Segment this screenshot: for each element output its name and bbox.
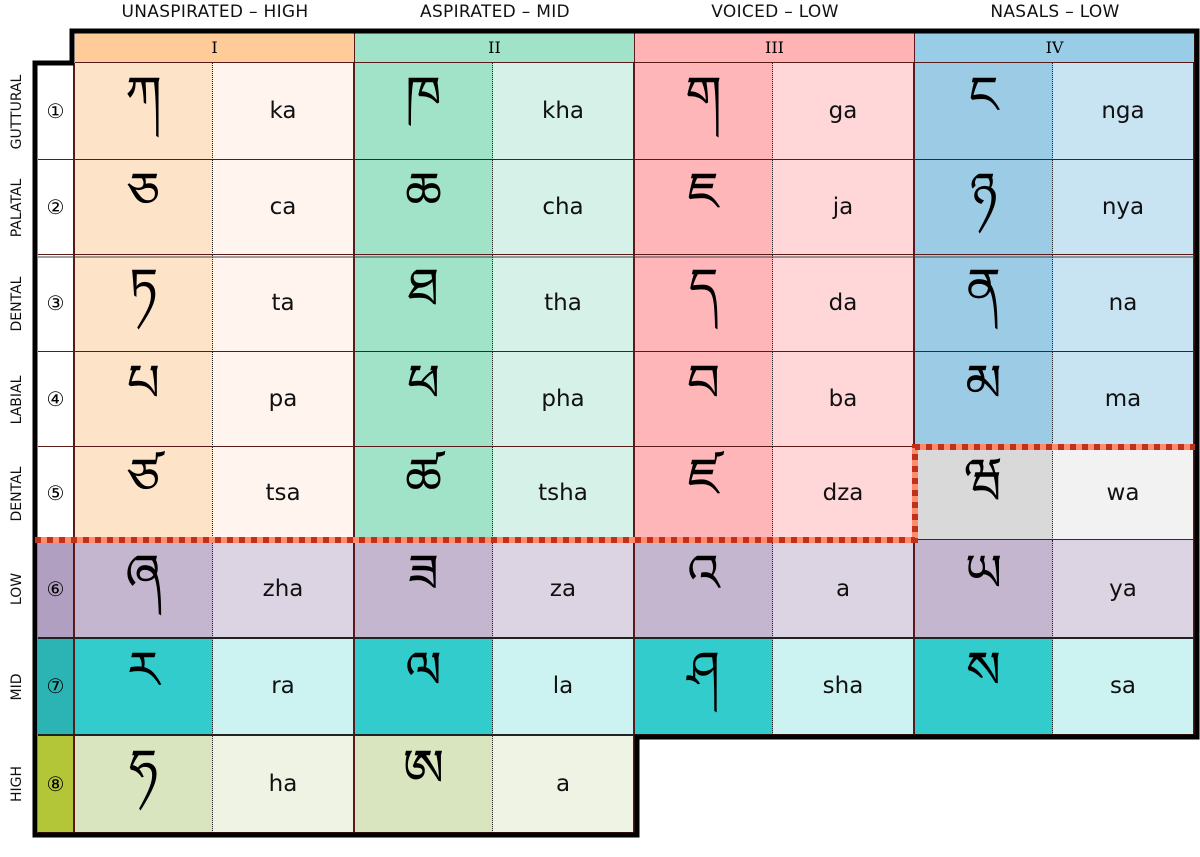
transliteration: tsha [493,447,635,540]
row-label: LABIAL [9,375,25,424]
transliteration: ta [213,255,355,352]
row-number: ⑦ [38,638,75,735]
transliteration: a [493,735,635,833]
column-header: ASPIRATED – MID [420,2,570,22]
transliteration: ra [213,638,355,735]
transliteration: tha [493,255,635,352]
row-number: ⑥ [38,540,75,638]
transliteration: dza [773,447,915,540]
transliteration: ca [213,160,355,255]
transliteration: ha [213,735,355,833]
row-label: HIGH [9,765,25,803]
column-numeral: III [635,33,915,63]
transliteration: sa [1053,638,1195,735]
transliteration: pha [493,352,635,447]
transliteration: da [773,255,915,352]
row-number: ② [38,160,75,255]
row-label: GUTTURAL [9,74,25,149]
column-numeral: I [75,33,355,63]
row-number: ④ [38,352,75,447]
transliteration: kha [493,63,635,160]
column-header: UNASPIRATED – HIGH [121,2,309,22]
row-label: LOW [9,572,25,606]
transliteration: tsa [213,447,355,540]
transliteration: cha [493,160,635,255]
transliteration: na [1053,255,1195,352]
transliteration: ga [773,63,915,160]
row-number: ⑧ [38,735,75,833]
row-number: ③ [38,255,75,352]
row-number: ⑤ [38,447,75,540]
transliteration: za [493,540,635,638]
transliteration: ba [773,352,915,447]
row-label: DENTAL [9,466,25,521]
transliteration: pa [213,352,355,447]
transliteration: la [493,638,635,735]
transliteration: zha [213,540,355,638]
tibetan-letter: ས [915,638,1053,735]
transliteration: ja [773,160,915,255]
transliteration: nga [1053,63,1195,160]
transliteration: nya [1053,160,1195,255]
column-header: NASALS – LOW [990,2,1120,22]
transliteration: ka [213,63,355,160]
row-label: PALATAL [9,178,25,237]
column-numeral: IV [915,33,1195,63]
transliteration: sha [773,638,915,735]
tibetan-letter: ཤ [635,638,773,735]
row-number: ① [38,63,75,160]
transliteration: wa [1053,447,1195,540]
tibetan-letter: ཧ [75,735,213,833]
column-numeral: II [355,33,635,63]
row-label: MID [9,673,25,700]
transliteration: a [773,540,915,638]
column-header: VOICED – LOW [711,2,839,22]
transliteration: ya [1053,540,1195,638]
row-label: DENTAL [9,276,25,331]
transliteration: ma [1053,352,1195,447]
tibetan-letter: ཨ [355,735,493,833]
